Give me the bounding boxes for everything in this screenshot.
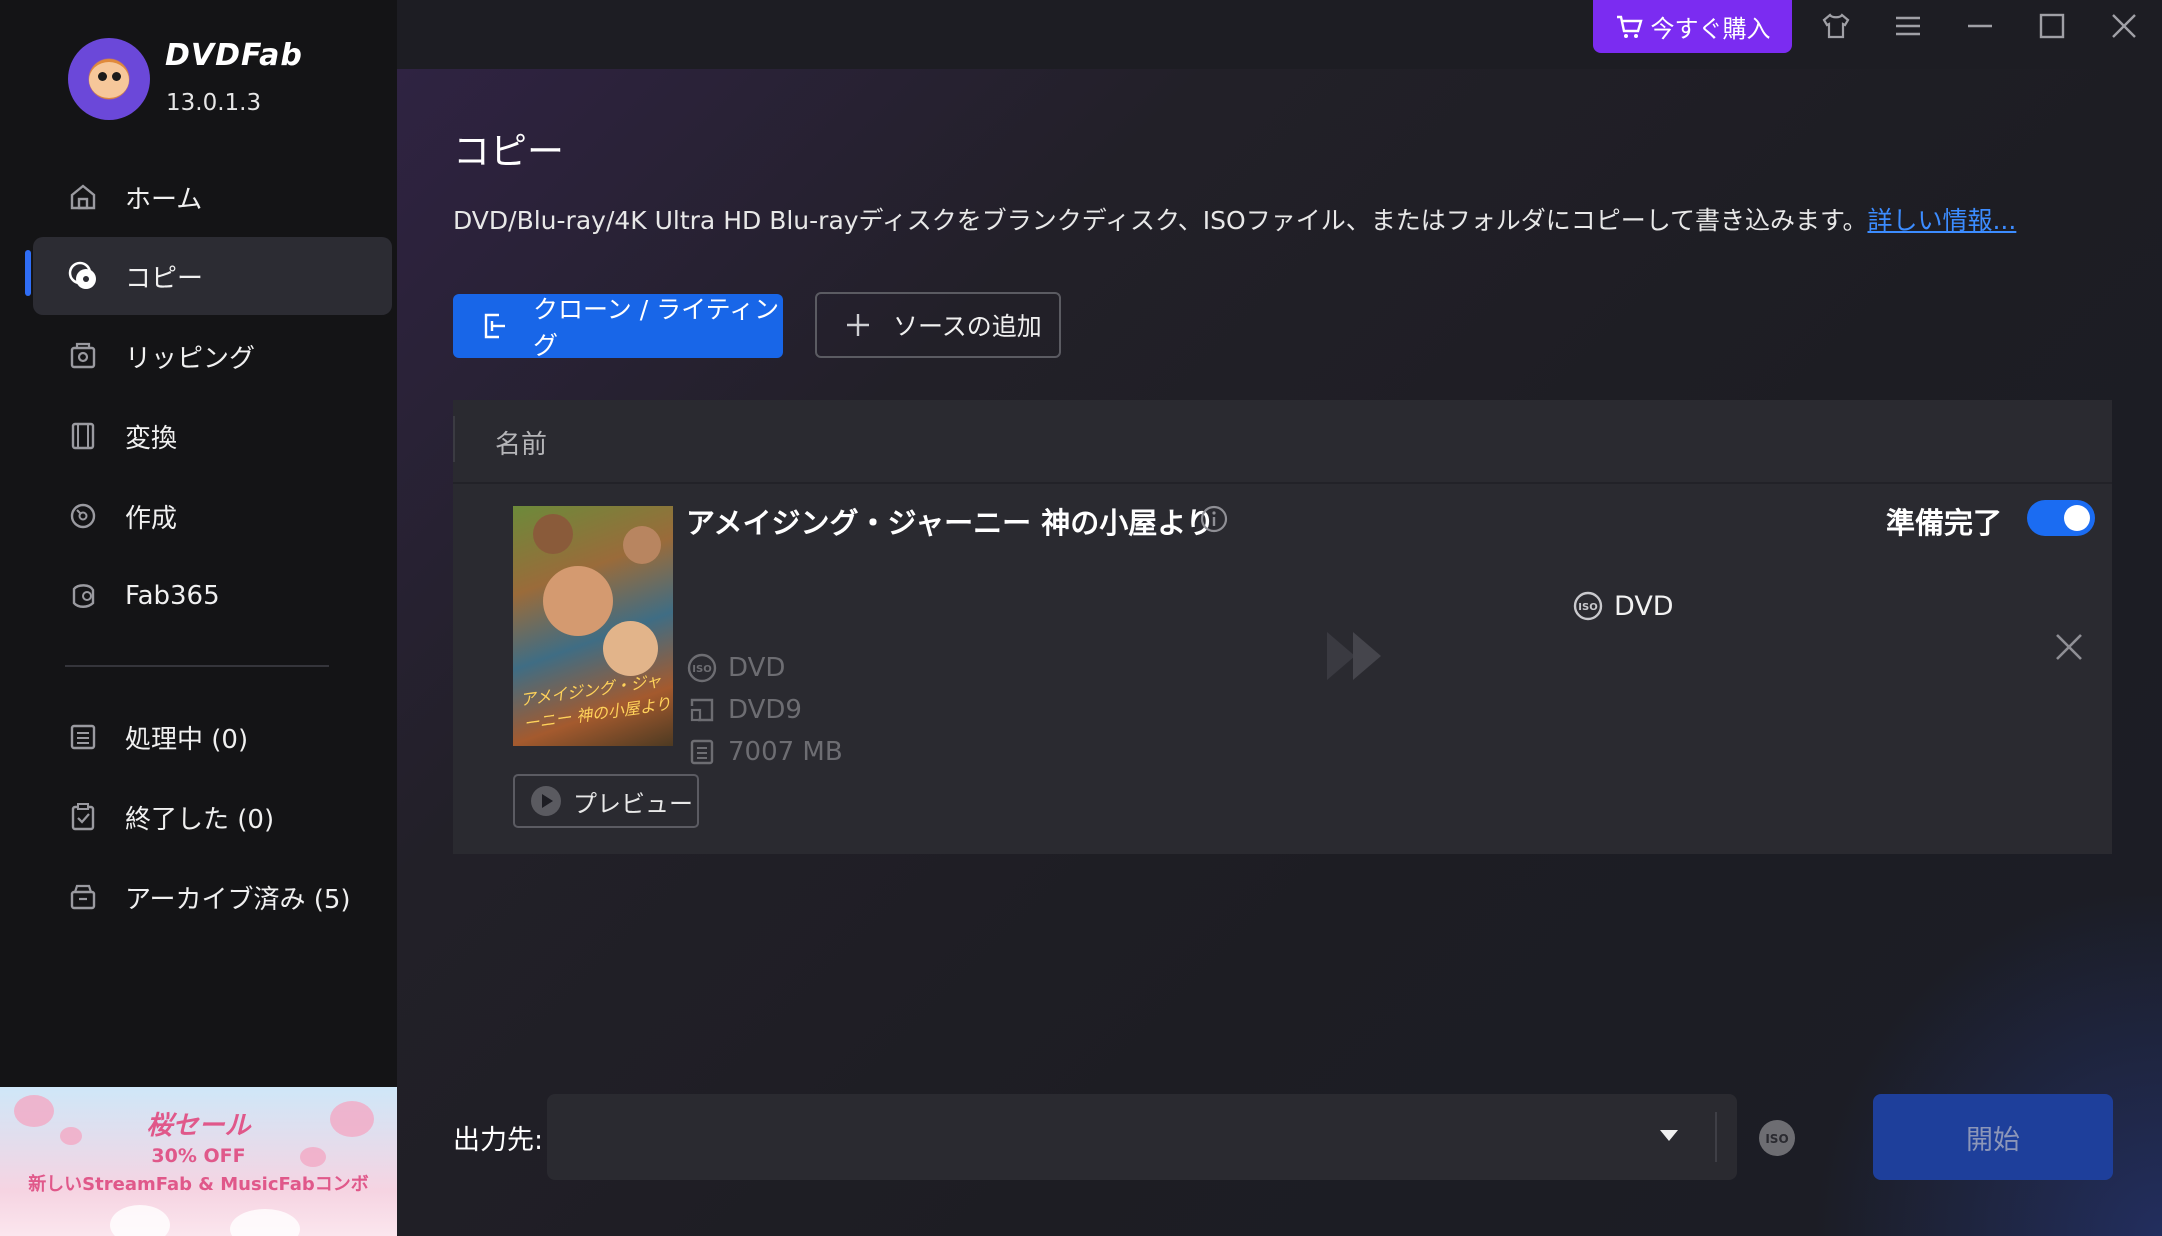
sidebar-item-fab365[interactable]: Fab365 — [33, 557, 392, 635]
description-text: DVD/Blu-ray/4K Ultra HD Blu-rayディスクをブランク… — [453, 206, 1868, 235]
preview-label: プレビュー — [573, 789, 693, 818]
active-indicator — [25, 250, 31, 296]
iso-disc-icon: ISO — [1572, 590, 1604, 622]
source-type: DVD — [728, 653, 786, 683]
sidebar-item-label: リッピング — [125, 343, 256, 374]
preview-button[interactable]: プレビュー — [513, 774, 699, 828]
rip-icon — [66, 339, 100, 373]
movie-poster: アメイジング・ジャーニー 神の小屋より — [513, 506, 673, 746]
buy-now-label: 今すぐ購入 — [1650, 15, 1771, 43]
clone-icon — [481, 311, 511, 341]
iso-disc-icon: ISO — [686, 652, 718, 684]
sidebar-item-archived[interactable]: アーカイブ済み (5) — [33, 858, 392, 936]
file-size-icon — [686, 736, 718, 768]
page-description: DVD/Blu-ray/4K Ultra HD Blu-rayディスクをブランク… — [453, 201, 2016, 237]
output-label: 出力先: — [453, 1125, 544, 1156]
sidebar-item-create[interactable]: 作成 — [33, 477, 392, 555]
fab365-icon — [66, 579, 100, 613]
app-version: 13.0.1.3 — [166, 90, 262, 116]
ready-toggle[interactable] — [2027, 500, 2095, 536]
disc-size-icon — [686, 694, 718, 726]
sidebar-item-processing[interactable]: 処理中 (0) — [33, 698, 392, 776]
promo-discount: 30% OFF — [151, 1145, 246, 1167]
remove-item-icon[interactable] — [2054, 632, 2084, 666]
dvdfab-logo — [68, 38, 150, 120]
sidebar-item-finished[interactable]: 終了した (0) — [33, 778, 392, 856]
home-icon — [66, 180, 100, 214]
create-disc-icon — [66, 499, 100, 533]
more-info-link[interactable]: 詳しい情報... — [1867, 206, 2016, 235]
menu-icon[interactable] — [1888, 8, 1928, 44]
source-type-row: ISO DVD — [686, 652, 785, 684]
iso-output-icon[interactable]: ISO — [1757, 1118, 1797, 1162]
poster-title: アメイジング・ジャーニー 神の小屋より — [518, 670, 673, 734]
maximize-icon[interactable] — [2032, 8, 2072, 44]
main-panel: コピー DVD/Blu-ray/4K Ultra HD Blu-rayディスクを… — [397, 69, 2162, 1236]
clone-writing-label: クローン / ライティング — [533, 295, 780, 360]
info-icon[interactable] — [1199, 504, 1229, 538]
sidebar-item-label: 作成 — [125, 503, 178, 534]
sidebar-item-label: アーカイブ済み (5) — [125, 884, 351, 915]
sidebar-item-label: コピー — [125, 263, 204, 294]
svg-text:ISO: ISO — [1578, 602, 1597, 613]
target-output[interactable]: ISO DVD — [1572, 590, 1674, 622]
double-arrow-icon — [1323, 626, 1403, 690]
clone-writing-button[interactable]: クローン / ライティング — [453, 294, 783, 360]
output-path-select[interactable]: ISO — [547, 1094, 1795, 1180]
sidebar-item-label: 終了した (0) — [125, 804, 275, 835]
promo-title: 桜セール — [146, 1111, 251, 1141]
sidebar-item-copy[interactable]: コピー — [33, 237, 392, 315]
sidebar-item-label: 処理中 (0) — [125, 724, 249, 755]
svg-text:ISO: ISO — [692, 664, 711, 675]
source-size-row: 7007 MB — [686, 736, 843, 768]
svg-text:ISO: ISO — [1765, 1132, 1788, 1146]
sidebar-item-home[interactable]: ホーム — [33, 158, 392, 236]
source-size: 7007 MB — [728, 737, 843, 767]
app-brand: DVDFab — [165, 38, 303, 73]
buy-now-button[interactable]: 今すぐ購入 — [1593, 0, 1792, 53]
film-icon — [66, 419, 100, 453]
clipboard-check-icon — [66, 800, 100, 834]
dropdown-caret-icon[interactable] — [1660, 1130, 1678, 1141]
status-ready: 準備完了 — [1886, 506, 2003, 540]
theme-shirt-icon[interactable] — [1816, 8, 1856, 44]
column-name: 名前 — [495, 430, 548, 460]
processing-list-icon — [66, 720, 100, 754]
page-title: コピー — [453, 130, 564, 173]
sidebar-item-label: Fab365 — [125, 581, 220, 611]
source-disc-row: DVD9 — [686, 694, 802, 726]
archive-icon — [66, 880, 100, 914]
sidebar: DVDFab 13.0.1.3 ホーム コピー リッピング 変換 作成 Fab3… — [0, 0, 397, 1236]
sidebar-item-convert[interactable]: 変換 — [33, 397, 392, 475]
play-icon — [531, 786, 561, 816]
add-source-label: ソースの追加 — [893, 312, 1042, 341]
sidebar-item-ripping[interactable]: リッピング — [33, 317, 392, 395]
start-button[interactable]: 開始 — [1873, 1094, 2113, 1180]
sidebar-item-label: 変換 — [125, 423, 178, 454]
promo-subtitle: 新しいStreamFab & MusicFabコンボ — [28, 1174, 369, 1195]
disc-copy-icon — [66, 259, 100, 293]
target-type: DVD — [1614, 590, 1674, 622]
item-title: アメイジング・ジャーニー 神の小屋より — [686, 506, 1215, 540]
cart-icon — [1615, 14, 1643, 40]
sidebar-divider — [65, 665, 329, 667]
plus-icon — [845, 312, 871, 338]
promo-banner[interactable]: 桜セール 30% OFF 新しいStreamFab & MusicFabコンボ — [0, 1087, 397, 1236]
source-disc: DVD9 — [728, 695, 802, 725]
table-header: 名前 — [453, 400, 2112, 484]
close-window-icon[interactable] — [2104, 8, 2144, 44]
sidebar-item-label: ホーム — [125, 184, 203, 215]
source-table: 名前 アメイジング・ジャーニー 神の小屋より アメイジング・ジャーニー 神の小屋… — [453, 400, 2112, 854]
add-source-button[interactable]: ソースの追加 — [815, 292, 1061, 358]
minimize-icon[interactable] — [1960, 8, 2000, 44]
